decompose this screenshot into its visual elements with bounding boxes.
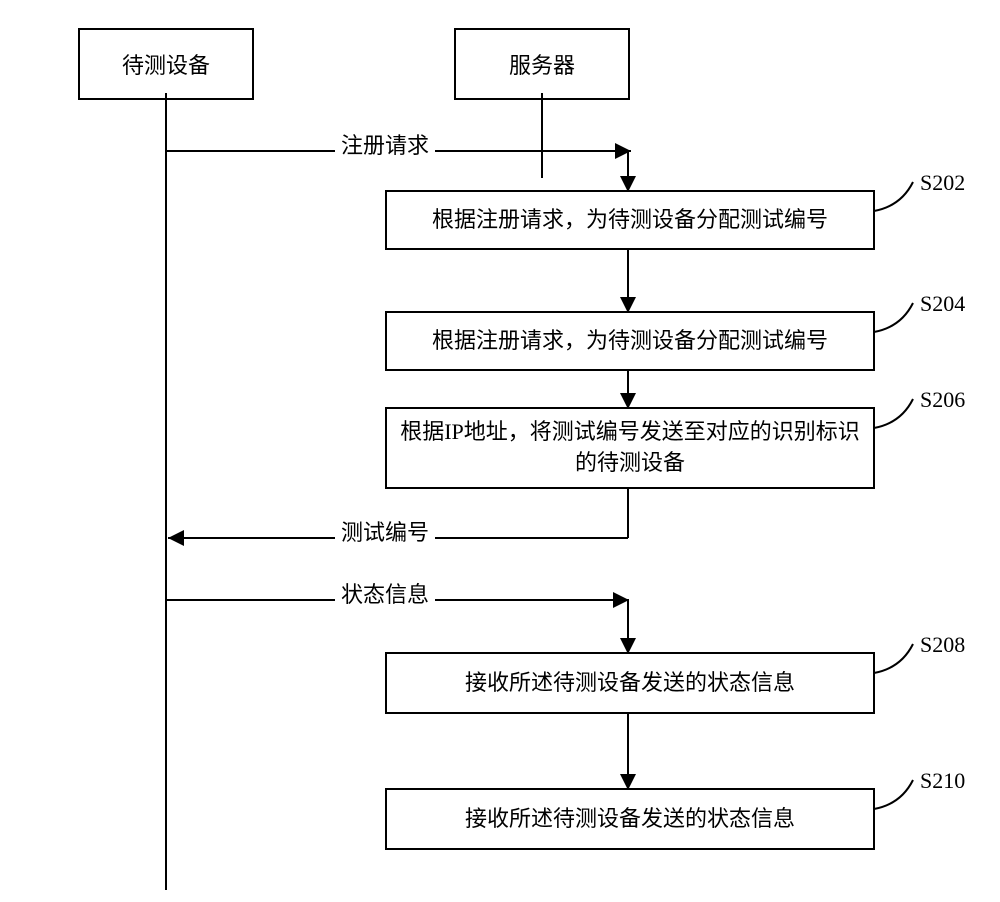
- step-s202: 根据注册请求，为待测设备分配测试编号: [385, 190, 875, 250]
- connector-server-to-s202: [627, 150, 629, 178]
- connector-s204-s206: [627, 371, 629, 395]
- step-s210: 接收所述待测设备发送的状态信息: [385, 788, 875, 850]
- step-s206-text: 根据IP地址，将测试编号发送至对应的识别标识的待测设备: [399, 417, 861, 479]
- message-status-label: 状态信息: [335, 577, 435, 609]
- actor-dut: 待测设备: [78, 28, 254, 100]
- actor-server: 服务器: [454, 28, 630, 100]
- connector-s202-s204: [627, 250, 629, 299]
- leader-s202: [873, 178, 921, 212]
- actor-dut-label: 待测设备: [122, 53, 210, 78]
- leader-s210: [873, 776, 921, 810]
- leader-s204: [873, 299, 921, 333]
- message-testid-label: 测试编号: [335, 515, 435, 547]
- step-s204: 根据注册请求，为待测设备分配测试编号: [385, 311, 875, 371]
- step-s208-text: 接收所述待测设备发送的状态信息: [465, 668, 795, 699]
- step-s208-id: S208: [920, 632, 965, 658]
- message-register-label: 注册请求: [335, 128, 435, 160]
- lifeline-server: [541, 93, 543, 178]
- step-s206: 根据IP地址，将测试编号发送至对应的识别标识的待测设备: [385, 407, 875, 489]
- step-s210-id: S210: [920, 768, 965, 794]
- step-s202-id: S202: [920, 170, 965, 196]
- lifeline-dut: [165, 93, 167, 890]
- actor-server-label: 服务器: [509, 53, 575, 78]
- step-s202-text: 根据注册请求，为待测设备分配测试编号: [432, 205, 828, 236]
- leader-s208: [873, 640, 921, 674]
- step-s210-text: 接收所述待测设备发送的状态信息: [465, 804, 795, 835]
- step-s208: 接收所述待测设备发送的状态信息: [385, 652, 875, 714]
- leader-s206: [873, 395, 921, 429]
- connector-s208-s210: [627, 714, 629, 776]
- step-s206-id: S206: [920, 387, 965, 413]
- connector-status-to-s208: [627, 599, 629, 640]
- connector-s206-to-testid: [627, 489, 629, 538]
- message-testid-arrow: [168, 530, 184, 546]
- step-s204-id: S204: [920, 291, 965, 317]
- step-s204-text: 根据注册请求，为待测设备分配测试编号: [432, 326, 828, 357]
